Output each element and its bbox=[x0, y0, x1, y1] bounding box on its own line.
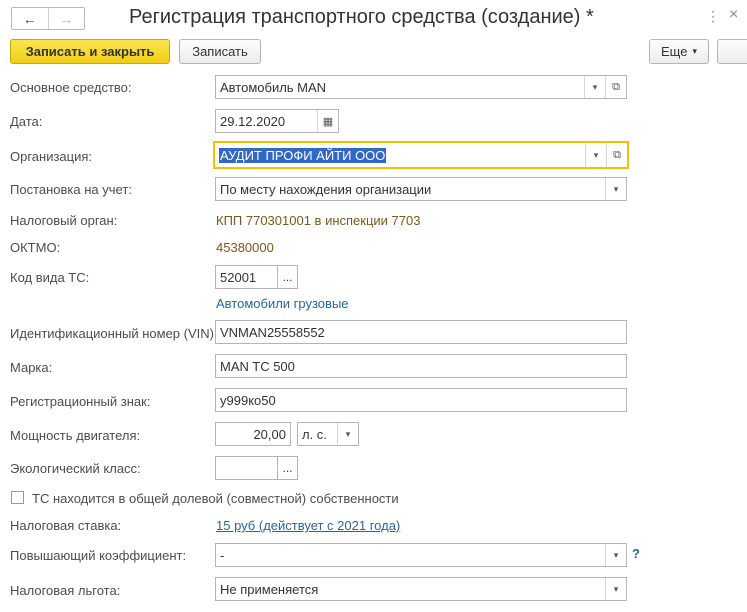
dropdown-icon[interactable]: ▾ bbox=[337, 423, 358, 445]
coefficient-field[interactable]: - ▾ bbox=[215, 543, 627, 567]
coefficient-value: - bbox=[220, 547, 225, 563]
eco-class-select-button[interactable]: ... bbox=[277, 456, 298, 480]
engine-power-label: Мощность двигателя: bbox=[10, 428, 141, 443]
tax-authority-value: КПП 770301001 в инспекции 7703 bbox=[216, 213, 421, 228]
engine-power-value: 20,00 bbox=[253, 426, 286, 442]
organization-value: АУДИТ ПРОФИ АЙТИ ООО bbox=[219, 147, 387, 163]
chevron-down-icon: ▾ bbox=[692, 46, 697, 56]
more-button[interactable]: Еще ▾ bbox=[649, 39, 709, 64]
reg-sign-field[interactable]: у999ко50 bbox=[215, 388, 627, 412]
navigation-buttons: ← → bbox=[11, 7, 85, 30]
vin-value: VNMAN25558552 bbox=[220, 324, 325, 340]
save-and-close-button[interactable]: Записать и закрыть bbox=[10, 39, 170, 64]
tax-benefit-value: Не применяется bbox=[220, 581, 319, 597]
date-label: Дата: bbox=[10, 114, 43, 129]
registration-value: По месту нахождения организации bbox=[220, 181, 432, 197]
dropdown-icon[interactable]: ▾ bbox=[605, 178, 626, 200]
vin-label: Идентификационный номер (VIN): bbox=[10, 326, 218, 341]
more-vertical-icon[interactable]: ⋮ bbox=[706, 8, 720, 25]
vehicle-code-label: Код вида ТС: bbox=[10, 270, 90, 285]
tax-rate-label: Налоговая ставка: bbox=[10, 518, 122, 533]
more-button-label: Еще bbox=[661, 44, 688, 59]
eco-class-label: Экологический класс: bbox=[10, 461, 141, 476]
back-arrow-icon[interactable]: ← bbox=[12, 8, 49, 29]
brand-value: MAN TC 500 bbox=[220, 358, 295, 374]
main-asset-value: Автомобиль MAN bbox=[220, 79, 327, 95]
help-icon[interactable]: ? bbox=[632, 546, 640, 561]
tax-benefit-field[interactable]: Не применяется ▾ bbox=[215, 577, 627, 601]
engine-power-field[interactable]: 20,00 bbox=[215, 422, 291, 446]
open-icon[interactable]: ⧉ bbox=[606, 143, 627, 167]
shared-ownership-checkbox[interactable] bbox=[11, 491, 24, 504]
tax-authority-label: Налоговый орган: bbox=[10, 213, 118, 228]
calendar-icon[interactable]: ▦ bbox=[317, 110, 338, 132]
engine-power-unit-field[interactable]: л. с. ▾ bbox=[297, 422, 359, 446]
date-field[interactable]: 29.12.2020 ▦ bbox=[215, 109, 339, 133]
dropdown-icon[interactable]: ▾ bbox=[584, 76, 605, 98]
organization-field[interactable]: АУДИТ ПРОФИ АЙТИ ООО ▾ ⧉ bbox=[213, 141, 629, 169]
main-asset-label: Основное средство: bbox=[10, 80, 132, 95]
brand-field[interactable]: MAN TC 500 bbox=[215, 354, 627, 378]
vehicle-code-description: Автомобили грузовые bbox=[216, 296, 349, 311]
close-icon[interactable]: × bbox=[729, 6, 738, 24]
organization-label: Организация: bbox=[10, 149, 93, 164]
open-icon[interactable]: ⧉ bbox=[605, 76, 626, 98]
registration-label: Постановка на учет: bbox=[10, 182, 132, 197]
reg-sign-label: Регистрационный знак: bbox=[10, 394, 151, 409]
forward-arrow-icon[interactable]: → bbox=[49, 8, 85, 29]
dropdown-icon[interactable]: ▾ bbox=[585, 143, 606, 167]
dropdown-icon[interactable]: ▾ bbox=[605, 544, 626, 566]
main-asset-field[interactable]: Автомобиль MAN ▾ ⧉ bbox=[215, 75, 627, 99]
engine-power-unit-value: л. с. bbox=[302, 426, 327, 442]
vehicle-code-value: 52001 bbox=[220, 269, 257, 285]
tax-benefit-label: Налоговая льгота: bbox=[10, 583, 121, 598]
shared-ownership-label: ТС находится в общей долевой (совместной… bbox=[32, 491, 399, 506]
vehicle-code-select-button[interactable]: ... bbox=[277, 265, 298, 289]
date-value: 29.12.2020 bbox=[220, 113, 286, 129]
tax-rate-link[interactable]: 15 руб (действует с 2021 года) bbox=[216, 518, 400, 533]
reg-sign-value: у999ко50 bbox=[220, 392, 276, 408]
toolbar-extra-button[interactable] bbox=[717, 39, 747, 64]
oktmo-value: 45380000 bbox=[216, 240, 274, 255]
coefficient-label: Повышающий коэффициент: bbox=[10, 548, 187, 563]
page-title: Регистрация транспортного средства (созд… bbox=[129, 6, 594, 28]
save-button[interactable]: Записать bbox=[179, 39, 261, 64]
brand-label: Марка: bbox=[10, 360, 53, 375]
oktmo-label: ОКТМО: bbox=[10, 240, 61, 255]
registration-field[interactable]: По месту нахождения организации ▾ bbox=[215, 177, 627, 201]
vin-field[interactable]: VNMAN25558552 bbox=[215, 320, 627, 344]
dropdown-icon[interactable]: ▾ bbox=[605, 578, 626, 600]
eco-class-field[interactable] bbox=[215, 456, 278, 480]
vehicle-code-field[interactable]: 52001 bbox=[215, 265, 278, 289]
